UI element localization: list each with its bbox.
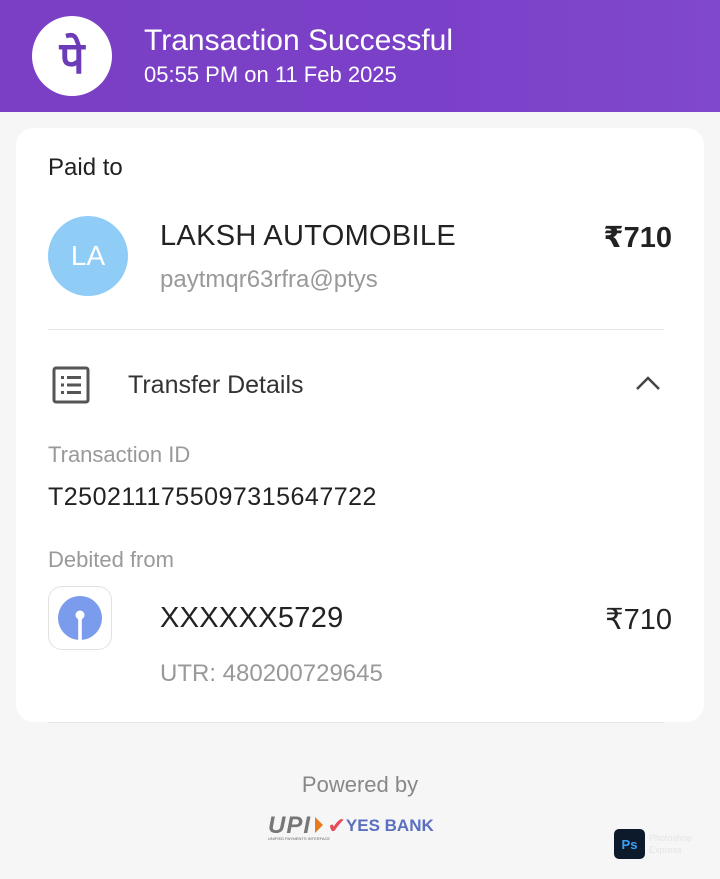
upi-yesbank-logos: UPI UNIFIED PAYMENTS INTERFACE ✔ YES BAN… — [268, 812, 434, 841]
upi-logo-text: UPI — [268, 812, 312, 839]
sbi-bank-icon — [48, 586, 112, 650]
payee-upi-id: paytmqr63rfra@ptys — [160, 266, 378, 293]
debited-from-label: Debited from — [48, 547, 174, 572]
phonepe-logo: पे — [32, 16, 112, 96]
avatar: LA — [48, 216, 128, 296]
logo-glyph: पे — [59, 33, 85, 84]
account-number: XXXXXX5729 — [160, 602, 344, 634]
list-icon — [52, 366, 90, 409]
paid-amount: ₹710 — [603, 222, 672, 254]
utr-number: UTR: 480200729645 — [160, 660, 383, 687]
ps-icon-text: Ps — [621, 836, 638, 852]
transaction-id: T2502111755097315647722 — [48, 483, 377, 511]
upi-tagline: UNIFIED PAYMENTS INTERFACE — [268, 836, 331, 841]
powered-by-label: Powered by — [301, 772, 419, 797]
transaction-time: 05:55 PM on 11 Feb 2025 — [144, 62, 397, 87]
transaction-id-label: Transaction ID — [48, 442, 191, 467]
upi-arrow-icon — [315, 817, 324, 833]
chevron-up-icon[interactable] — [634, 374, 662, 397]
yesbank-logo: YES BANK — [345, 816, 434, 835]
ps-icon: Ps — [614, 829, 645, 859]
page-title: Transaction Successful — [144, 24, 454, 57]
header: पे Transaction Successful 05:55 PM on 11… — [0, 0, 720, 112]
divider — [48, 329, 664, 330]
debited-amount: ₹710 — [605, 604, 672, 636]
avatar-initials: LA — [70, 240, 106, 271]
transfer-details-toggle[interactable]: Transfer Details — [128, 371, 304, 400]
paid-to-label: Paid to — [48, 154, 123, 181]
photoshop-watermark: Ps Photoshop Express — [614, 829, 701, 859]
upi-logo: UPI UNIFIED PAYMENTS INTERFACE — [268, 812, 330, 841]
payee-name: LAKSH AUTOMOBILE — [160, 220, 456, 252]
transaction-card: Paid to LA LAKSH AUTOMOBILE paytmqr63rfr… — [16, 128, 704, 722]
watermark-text: Photoshop Express — [649, 833, 693, 855]
divider — [48, 722, 664, 723]
yesbank-check-icon: ✔ — [327, 813, 346, 838]
